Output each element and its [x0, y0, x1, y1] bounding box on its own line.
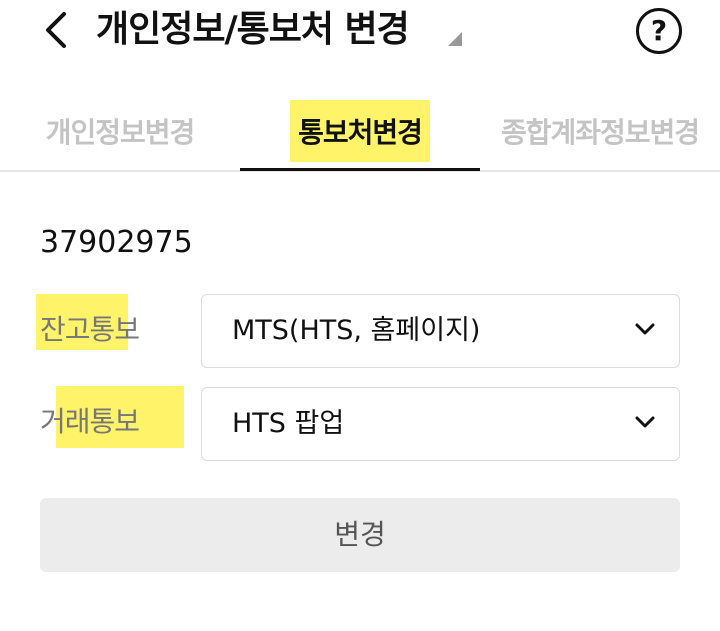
chevron-down-icon — [635, 323, 655, 335]
submit-button[interactable]: 변경 — [40, 498, 680, 572]
balance-notice-label: 잔고통보 — [40, 313, 140, 346]
active-tab-indicator — [240, 168, 480, 171]
balance-notice-value: MTS(HTS, 홈페이지) — [232, 315, 481, 346]
tab-integrated-account[interactable]: 종합계좌정보변경 — [480, 96, 720, 170]
trade-notice-label: 거래통보 — [40, 405, 140, 438]
chevron-down-icon — [635, 416, 655, 428]
title-dropdown-icon[interactable] — [448, 32, 462, 46]
tab-notification[interactable]: 통보처변경 — [240, 96, 480, 170]
chevron-left-icon — [46, 12, 66, 48]
tab-personal-info[interactable]: 개인정보변경 — [0, 96, 240, 170]
back-button[interactable] — [38, 10, 74, 50]
account-number: 37902975 — [40, 225, 193, 260]
header: 개인정보/통보처 변경 ? — [0, 0, 720, 70]
help-button[interactable]: ? — [636, 8, 682, 54]
trade-notice-select[interactable]: HTS 팝업 — [201, 387, 680, 461]
page-title: 개인정보/통보처 변경 — [96, 9, 410, 50]
balance-notice-select[interactable]: MTS(HTS, 홈페이지) — [201, 294, 680, 368]
trade-notice-value: HTS 팝업 — [232, 408, 345, 439]
tab-bar: 개인정보변경 통보처변경 종합계좌정보변경 — [0, 96, 720, 172]
